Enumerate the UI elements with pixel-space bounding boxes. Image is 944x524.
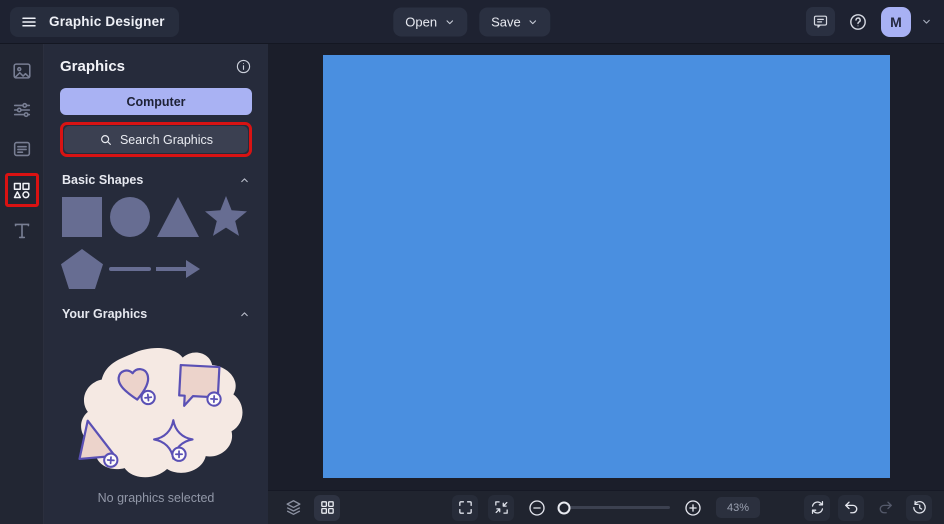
empty-graphics-illustration	[60, 341, 252, 481]
zoom-slider-handle[interactable]	[558, 501, 571, 514]
sidebar-item-text[interactable]	[7, 216, 37, 246]
layers-icon[interactable]	[280, 495, 306, 521]
save-button-label: Save	[491, 14, 521, 29]
zoom-level-value[interactable]: 43%	[716, 497, 760, 518]
grid-view-icon[interactable]	[314, 495, 340, 521]
bottom-toolbar: 43%	[268, 490, 944, 524]
basic-shapes-title: Basic Shapes	[62, 173, 143, 187]
image-icon	[11, 60, 33, 82]
your-graphics-title: Your Graphics	[62, 307, 147, 321]
sidebar-item-templates[interactable]	[7, 134, 37, 164]
basic-shapes-section-header[interactable]: Basic Shapes	[62, 173, 250, 187]
graphic-designer-app: Graphic Designer Open Save	[0, 0, 944, 524]
topbar-right-group: M	[806, 7, 944, 37]
app-title-chip: Graphic Designer	[10, 7, 179, 37]
empty-state-text: No graphics selected	[60, 491, 252, 505]
info-icon[interactable]	[235, 58, 252, 75]
search-icon	[99, 133, 113, 147]
design-canvas[interactable]	[323, 55, 890, 478]
text-icon	[11, 220, 33, 242]
shape-circle-icon[interactable]	[108, 195, 152, 239]
account-chevron-down-icon[interactable]	[921, 16, 932, 27]
help-icon[interactable]	[845, 9, 871, 35]
shapes-icon	[11, 180, 32, 201]
template-icon	[11, 138, 33, 160]
computer-upload-button[interactable]: Computer	[60, 88, 252, 115]
shape-triangle-icon[interactable]	[156, 195, 200, 239]
feedback-comment-icon[interactable]	[806, 7, 835, 36]
shape-star-icon[interactable]	[204, 195, 248, 239]
user-avatar[interactable]: M	[881, 7, 911, 37]
history-icon[interactable]	[906, 495, 932, 521]
search-graphics-label: Search Graphics	[120, 133, 213, 147]
top-bar: Graphic Designer Open Save	[0, 0, 944, 44]
zoom-controls: 43%	[452, 495, 760, 521]
save-button[interactable]: Save	[479, 7, 551, 36]
undo-icon[interactable]	[838, 495, 864, 521]
sidebar-item-shapes[interactable]	[5, 173, 39, 207]
open-button-label: Open	[405, 14, 437, 29]
app-title: Graphic Designer	[49, 14, 165, 29]
fullscreen-icon[interactable]	[452, 495, 478, 521]
sliders-icon	[11, 99, 33, 121]
file-actions: Open Save	[393, 7, 550, 36]
stage-column: 43%	[268, 44, 944, 524]
sidebar-item-images[interactable]	[7, 56, 37, 86]
canvas-workspace	[268, 44, 944, 490]
sidebar-item-adjust[interactable]	[7, 95, 37, 125]
chevron-up-icon	[239, 309, 250, 320]
chevron-down-icon	[528, 16, 539, 27]
main-area: Graphics Computer Search Graphics Basic	[0, 44, 944, 524]
chevron-down-icon	[444, 16, 455, 27]
zoom-out-icon[interactable]	[524, 495, 550, 521]
your-graphics-section-header[interactable]: Your Graphics	[62, 307, 250, 321]
panel-title: Graphics	[60, 58, 125, 75]
basic-shapes-grid	[60, 195, 252, 291]
shape-grid-spacer	[204, 247, 248, 291]
zoom-in-icon[interactable]	[680, 495, 706, 521]
chevron-up-icon	[239, 175, 250, 186]
shape-line-icon[interactable]	[108, 247, 152, 291]
shape-pentagon-icon[interactable]	[60, 247, 104, 291]
fit-to-screen-icon[interactable]	[488, 495, 514, 521]
search-graphics-button[interactable]: Search Graphics	[64, 126, 248, 153]
shape-arrow-icon[interactable]	[156, 247, 200, 291]
open-button[interactable]: Open	[393, 7, 467, 36]
hamburger-menu-icon[interactable]	[18, 11, 40, 33]
refresh-icon[interactable]	[804, 495, 830, 521]
redo-icon[interactable]	[872, 495, 898, 521]
shape-square-icon[interactable]	[60, 195, 104, 239]
sidebar-rail	[0, 44, 44, 524]
zoom-slider[interactable]	[560, 506, 670, 509]
graphics-panel: Graphics Computer Search Graphics Basic	[44, 44, 268, 524]
search-graphics-highlight-box: Search Graphics	[60, 122, 252, 157]
